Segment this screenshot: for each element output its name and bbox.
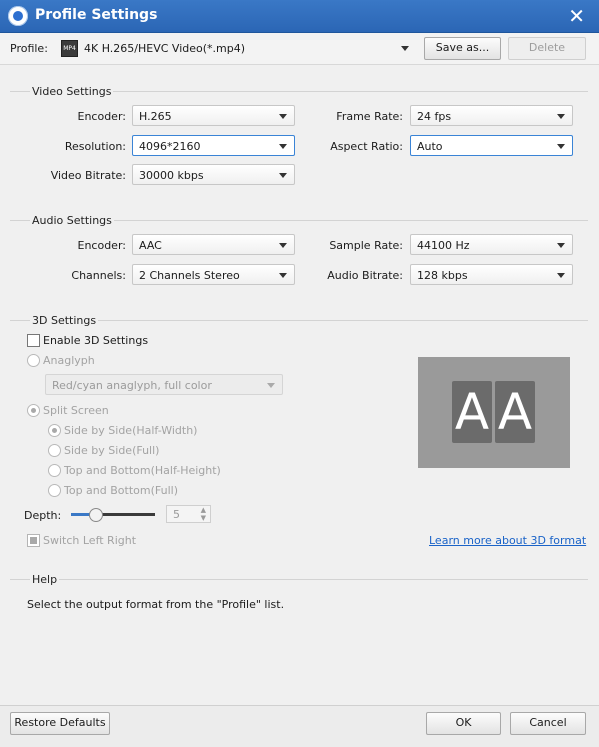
chevron-down-icon xyxy=(557,273,565,278)
frame-rate-select[interactable]: 24 fps xyxy=(410,105,573,126)
enable-3d-checkbox[interactable] xyxy=(27,334,40,347)
video-encoder-select[interactable]: H.265 xyxy=(132,105,295,126)
video-bitrate-value: 30000 kbps xyxy=(139,169,204,182)
chevron-down-icon xyxy=(557,243,565,248)
preview-letter-right: A xyxy=(495,381,535,443)
sample-rate-value: 44100 Hz xyxy=(417,239,470,252)
depth-label: Depth: xyxy=(24,509,62,522)
audio-encoder-value: AAC xyxy=(139,239,162,252)
chevron-down-icon xyxy=(267,383,275,388)
top-bottom-half-label: Top and Bottom(Half-Height) xyxy=(64,464,221,477)
anaglyph-select[interactable]: Red/cyan anaglyph, full color xyxy=(45,374,283,395)
depth-slider-handle[interactable] xyxy=(89,508,103,522)
chevron-down-icon xyxy=(279,144,287,149)
audio-settings-title: Audio Settings xyxy=(30,214,114,227)
chevron-down-icon xyxy=(279,243,287,248)
3d-preview-image: A A xyxy=(418,357,570,468)
frame-rate-value: 24 fps xyxy=(417,110,452,123)
resolution-select[interactable]: 4096*2160 xyxy=(132,135,295,156)
video-settings-title: Video Settings xyxy=(30,85,114,98)
3d-settings-title: 3D Settings xyxy=(30,314,99,327)
delete-button[interactable]: Delete xyxy=(508,37,586,60)
side-by-side-full-radio[interactable] xyxy=(48,444,61,457)
channels-value: 2 Channels Stereo xyxy=(139,269,240,282)
learn-more-link[interactable]: Learn more about 3D format xyxy=(429,534,586,547)
resolution-label: Resolution: xyxy=(64,140,126,153)
save-as-button[interactable]: Save as... xyxy=(424,37,501,60)
video-encoder-label: Encoder: xyxy=(77,110,127,123)
close-icon[interactable]: ✕ xyxy=(568,4,585,28)
cancel-button[interactable]: Cancel xyxy=(510,712,586,735)
chevron-down-icon xyxy=(279,173,287,178)
chevron-down-icon xyxy=(279,273,287,278)
spin-arrows-icon[interactable]: ▲ ▼ xyxy=(201,506,206,522)
audio-bitrate-label: Audio Bitrate: xyxy=(327,269,403,282)
preview-letter-left: A xyxy=(452,381,492,443)
switch-left-right-label: Switch Left Right xyxy=(43,534,137,547)
window-title: Profile Settings xyxy=(35,7,158,23)
chevron-down-icon xyxy=(279,114,287,119)
split-screen-radio[interactable] xyxy=(27,404,40,417)
top-bottom-half-radio[interactable] xyxy=(48,464,61,477)
enable-3d-label: Enable 3D Settings xyxy=(43,334,149,347)
ok-button[interactable]: OK xyxy=(426,712,501,735)
side-by-side-half-radio[interactable] xyxy=(48,424,61,437)
depth-value: 5 xyxy=(173,508,180,521)
side-by-side-half-label: Side by Side(Half-Width) xyxy=(64,424,198,437)
frame-rate-label: Frame Rate: xyxy=(336,110,403,123)
mp4-file-icon: MP4 xyxy=(61,40,78,57)
top-bottom-full-label: Top and Bottom(Full) xyxy=(64,484,178,497)
anaglyph-label: Anaglyph xyxy=(43,354,95,367)
aspect-ratio-label: Aspect Ratio: xyxy=(330,140,403,153)
title-bar: Profile Settings ✕ xyxy=(0,0,599,33)
help-section-divider xyxy=(10,579,588,580)
split-screen-label: Split Screen xyxy=(43,404,109,417)
audio-bitrate-select[interactable]: 128 kbps xyxy=(410,264,573,285)
video-bitrate-select[interactable]: 30000 kbps xyxy=(132,164,295,185)
aspect-ratio-select[interactable]: Auto xyxy=(410,135,573,156)
resolution-value: 4096*2160 xyxy=(139,140,201,153)
restore-defaults-button[interactable]: Restore Defaults xyxy=(10,712,110,735)
channels-select[interactable]: 2 Channels Stereo xyxy=(132,264,295,285)
sample-rate-label: Sample Rate: xyxy=(329,239,403,252)
chevron-down-icon xyxy=(401,46,409,51)
anaglyph-value: Red/cyan anaglyph, full color xyxy=(52,379,212,392)
channels-label: Channels: xyxy=(71,269,126,282)
profile-value: 4K H.265/HEVC Video(*.mp4) xyxy=(84,42,246,55)
side-by-side-full-label: Side by Side(Full) xyxy=(64,444,160,457)
chevron-down-icon xyxy=(557,144,565,149)
help-title: Help xyxy=(30,573,60,586)
audio-encoder-select[interactable]: AAC xyxy=(132,234,295,255)
aspect-ratio-value: Auto xyxy=(417,140,443,153)
profile-select[interactable]: MP4 4K H.265/HEVC Video(*.mp4) xyxy=(56,38,416,59)
app-logo-icon xyxy=(8,6,28,26)
chevron-down-icon xyxy=(557,114,565,119)
video-encoder-value: H.265 xyxy=(139,110,172,123)
top-bottom-full-radio[interactable] xyxy=(48,484,61,497)
video-bitrate-label: Video Bitrate: xyxy=(50,169,126,182)
sample-rate-select[interactable]: 44100 Hz xyxy=(410,234,573,255)
switch-left-right-checkbox[interactable] xyxy=(27,534,40,547)
depth-spinbox[interactable]: 5 ▲ ▼ xyxy=(166,505,211,523)
audio-bitrate-value: 128 kbps xyxy=(417,269,468,282)
profile-label: Profile: xyxy=(10,42,48,55)
audio-encoder-label: Encoder: xyxy=(77,239,127,252)
anaglyph-radio[interactable] xyxy=(27,354,40,367)
help-text: Select the output format from the "Profi… xyxy=(27,598,285,611)
